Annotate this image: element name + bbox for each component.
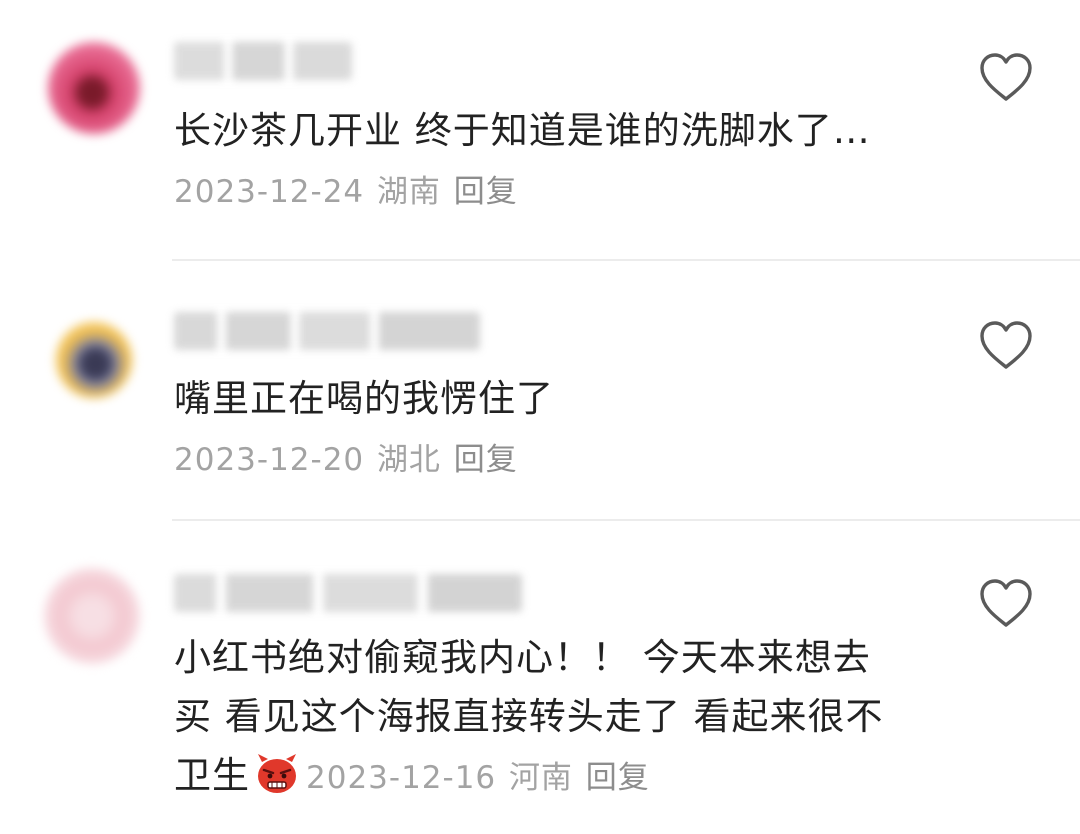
comment-date: 2023-12-24 — [174, 174, 365, 210]
comment-text[interactable]: 小红书绝对偷窥我内心！！ 今天本来想去买 看见这个海报直接转头走了 看起来很不卫… — [174, 628, 898, 808]
comment-text[interactable]: 嘴里正在喝的我愣住了 2023-12-20 湖北 回复 — [174, 369, 904, 490]
comment-date: 2023-12-16 — [306, 760, 497, 796]
reply-button[interactable]: 回复 — [586, 760, 650, 796]
username-blurred[interactable] — [174, 574, 522, 612]
comment-text[interactable]: 长沙茶几开业 终于知道是谁的洗脚水了… 2023-12-24 湖南 回复 — [174, 101, 904, 222]
heart-outline-icon[interactable] — [978, 578, 1034, 630]
reply-button[interactable]: 回复 — [454, 174, 518, 210]
comment-location: 湖南 — [376, 174, 441, 210]
comment-body: 长沙茶几开业 终于知道是谁的洗脚水了… — [174, 109, 871, 152]
comment-divider — [172, 519, 1080, 521]
reply-button[interactable]: 回复 — [454, 442, 518, 478]
comment-location: 河南 — [508, 760, 573, 796]
comment-item: 嘴里正在喝的我愣住了 2023-12-20 湖北 回复 — [0, 262, 1080, 520]
comment-location: 湖北 — [376, 442, 441, 478]
avatar[interactable] — [56, 322, 132, 398]
avatar[interactable] — [44, 568, 140, 664]
comment-body: 嘴里正在喝的我愣住了 — [174, 377, 554, 420]
angry-devil-emoji — [258, 754, 296, 793]
username-blurred[interactable] — [174, 312, 480, 350]
heart-outline-icon[interactable] — [978, 320, 1034, 372]
comment-date: 2023-12-20 — [174, 442, 365, 478]
comment-divider — [172, 259, 1080, 261]
username-blurred[interactable] — [174, 42, 352, 80]
comment-item: 长沙茶几开业 终于知道是谁的洗脚水了… 2023-12-24 湖南 回复 — [0, 0, 1080, 260]
avatar[interactable] — [48, 42, 140, 134]
heart-outline-icon[interactable] — [978, 52, 1034, 104]
comment-item: 小红书绝对偷窥我内心！！ 今天本来想去买 看见这个海报直接转头走了 看起来很不卫… — [0, 522, 1080, 834]
